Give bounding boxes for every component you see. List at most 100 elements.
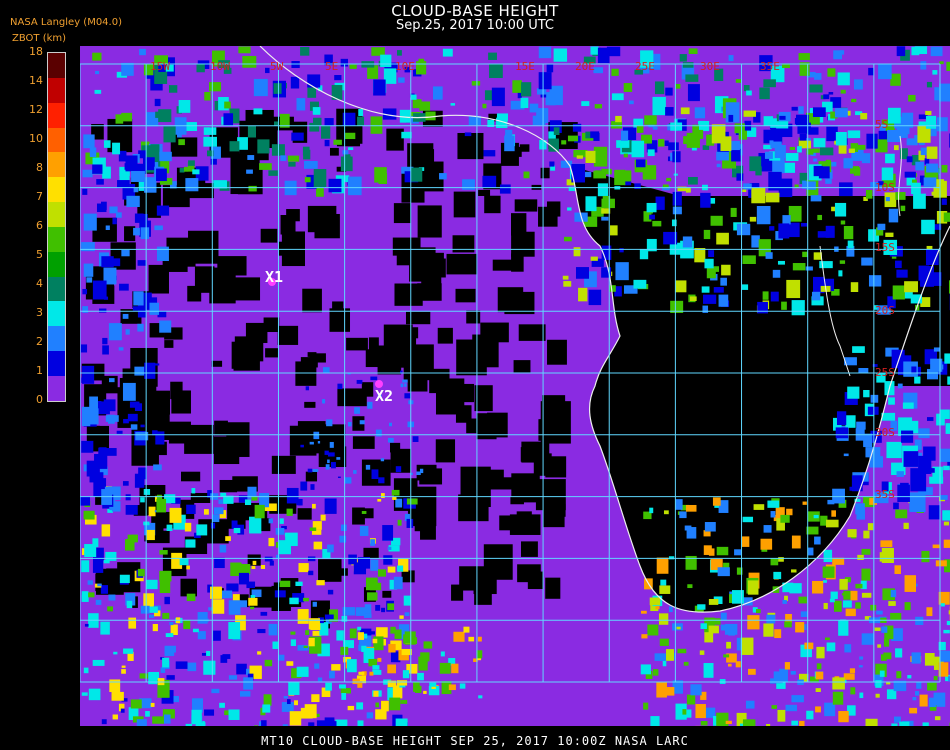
- cloud-pixel: [590, 256, 598, 261]
- footer-caption: MT10 CLOUD-BASE HEIGHT SEP 25, 2017 10:0…: [261, 734, 689, 748]
- cloud-pixel: [156, 205, 170, 216]
- cloud-pixel: [327, 589, 334, 595]
- cloud-pixel: [519, 144, 530, 152]
- cloud-pixel: [330, 462, 336, 469]
- cloud-pixel: [336, 630, 344, 641]
- colorbar-swatch: [48, 326, 65, 352]
- cloud-pixel: [686, 694, 696, 705]
- cloud-pixel: [322, 399, 326, 404]
- cloud-pixel: [832, 691, 844, 705]
- colorbar-tick-label: 8: [36, 161, 43, 174]
- cloud-pixel: [896, 471, 904, 477]
- cloud-pixel: [354, 407, 360, 414]
- cloud-pixel: [828, 92, 834, 95]
- cloud-pixel: [784, 162, 796, 173]
- cloud-pixel: [773, 571, 782, 580]
- data-source-label: NASA Langley (M04.0): [10, 17, 122, 28]
- cloud-pixel: [446, 253, 478, 275]
- cloud-pixel: [652, 669, 659, 676]
- cloud-pixel: [278, 540, 291, 555]
- cloud-pixel: [300, 357, 318, 368]
- cloud-pixel: [404, 383, 407, 387]
- cloud-pixel: [321, 125, 331, 139]
- cloud-pixel: [117, 180, 130, 189]
- cloud-pixel: [121, 249, 130, 257]
- cloud-pixel: [175, 661, 188, 669]
- cloud-pixel: [186, 504, 196, 514]
- cloud-pixel: [861, 257, 873, 266]
- cloud-pixel: [702, 305, 709, 313]
- cloud-pixel: [807, 547, 814, 556]
- cloud-pixel: [830, 161, 837, 167]
- cloud-pixel: [940, 650, 950, 662]
- cloud-pixel: [272, 641, 279, 649]
- cloud-pixel: [248, 597, 258, 606]
- cloud-pixel: [720, 612, 727, 621]
- cloud-pixel: [450, 103, 456, 106]
- cloud-pixel: [516, 511, 532, 530]
- cloud-pixel: [777, 260, 785, 265]
- cloud-pixel: [932, 70, 938, 75]
- cloud-pixel: [359, 525, 369, 536]
- cloud-pixel: [891, 723, 898, 726]
- cloud-pixel: [329, 441, 334, 448]
- cloud-pixel: [911, 46, 920, 56]
- cloud-pixel: [214, 420, 228, 436]
- cloud-pixel: [742, 719, 756, 726]
- cloud-pixel: [263, 694, 272, 706]
- cloud-pixel: [743, 110, 756, 117]
- cloud-pixel: [123, 648, 134, 654]
- cloud-pixel: [913, 193, 926, 209]
- cloud-pixel: [870, 394, 879, 403]
- cloud-pixel: [80, 344, 88, 353]
- cloud-pixel: [185, 723, 193, 726]
- cloud-pixel: [84, 623, 89, 627]
- cloud-pixel: [137, 309, 147, 318]
- latitude-label: 5S: [875, 118, 888, 131]
- cloud-pixel: [419, 101, 431, 111]
- cloud-pixel: [861, 548, 871, 555]
- cloud-pixel: [113, 651, 118, 655]
- cloud-pixel: [339, 535, 347, 543]
- cloud-pixel: [156, 246, 169, 262]
- cloud-pixel: [784, 621, 792, 628]
- cloud-pixel: [340, 687, 351, 694]
- cloud-pixel: [934, 716, 941, 721]
- cloud-pixel: [904, 575, 916, 592]
- cloud-pixel: [253, 78, 268, 97]
- longitude-label: 20E: [575, 60, 595, 73]
- cloud-pixel: [228, 622, 241, 640]
- latitude-label: 20S: [875, 304, 895, 317]
- satellite-map: 15W 10W 5W 5E 10E 15E 20E 25E 30E 35E 5S 10S 15S 20S 2…: [80, 46, 950, 726]
- cloud-pixel: [324, 614, 334, 620]
- cloud-pixel: [146, 529, 155, 541]
- cloud-pixel: [581, 101, 590, 107]
- cloud-pixel: [94, 89, 102, 94]
- cloud-pixel: [328, 178, 342, 193]
- colorbar-swatch: [48, 202, 65, 227]
- cloud-pixel: [717, 567, 730, 577]
- cloud-pixel: [811, 291, 821, 301]
- cloud-pixel: [121, 669, 126, 674]
- cloud-pixel: [480, 322, 509, 343]
- cloud-pixel: [735, 661, 741, 668]
- cloud-pixel: [102, 345, 109, 355]
- cloud-pixel: [393, 203, 412, 224]
- cloud-pixel: [252, 560, 257, 565]
- cloud-pixel: [763, 144, 772, 150]
- cloud-pixel: [746, 90, 752, 96]
- cloud-pixel: [885, 197, 890, 202]
- cloud-pixel: [367, 592, 378, 601]
- cloud-pixel: [81, 692, 88, 696]
- cloud-pixel: [247, 155, 255, 160]
- cloud-pixel: [423, 690, 427, 694]
- cloud-pixel: [463, 626, 470, 633]
- cloud-pixel: [825, 637, 830, 641]
- cloud-pixel: [933, 675, 938, 681]
- longitude-label: 10W: [210, 60, 230, 73]
- cloud-pixel: [944, 353, 950, 364]
- cloud-pixel: [799, 720, 805, 726]
- cloud-pixel: [908, 94, 916, 102]
- cloud-pixel: [488, 52, 497, 60]
- cloud-pixel: [191, 488, 196, 494]
